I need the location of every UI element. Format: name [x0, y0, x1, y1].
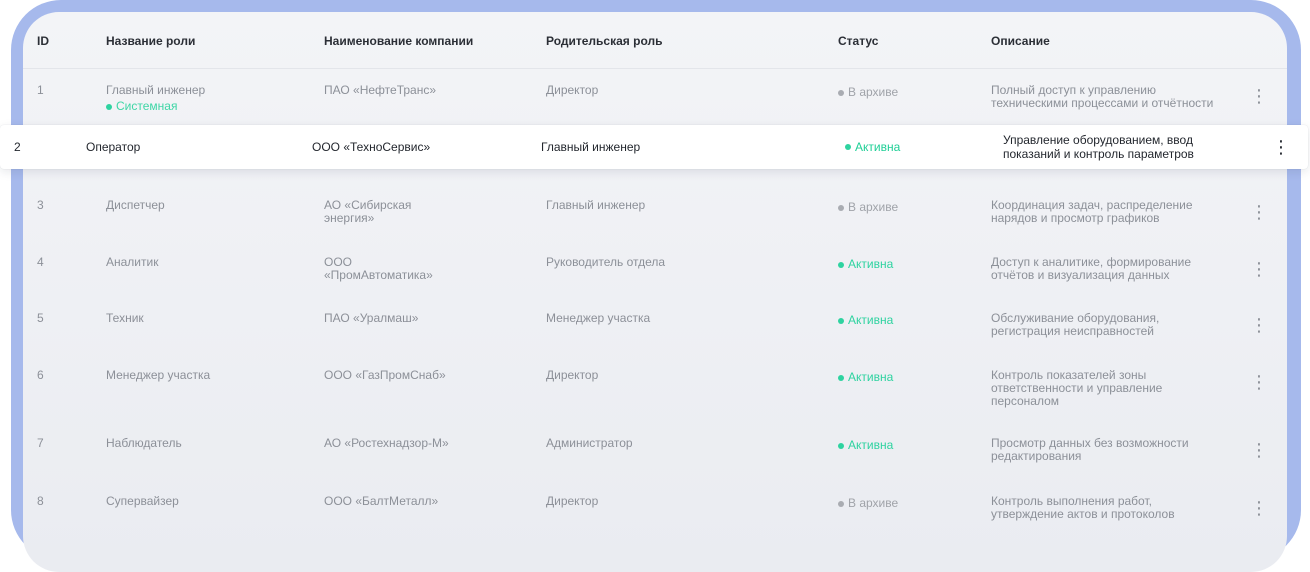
column-header-parent-role[interactable]: Родительская роль [546, 34, 662, 48]
row-company: ООО «ГазПромСнаб» [324, 368, 446, 382]
row-description: Полный доступ к управлению техническими … [991, 83, 1214, 110]
row-id: 8 [37, 494, 44, 508]
row-parent-role: Директор [546, 368, 599, 382]
status-label: Активна [848, 257, 894, 271]
system-badge: Системная [106, 100, 296, 113]
status-dot-icon [838, 500, 844, 507]
status-dot-icon [838, 442, 844, 449]
status-badge: Активна [838, 258, 893, 271]
row-description: Управление оборудованием, ввод показаний… [1003, 133, 1194, 161]
row-parent-role: Менеджер участка [546, 311, 651, 325]
kebab-vertical-icon[interactable]: ⋮ [1250, 441, 1268, 459]
row-id: 7 [37, 436, 44, 450]
row-parent-role: Директор [546, 83, 599, 97]
row-id: 2 [14, 140, 21, 154]
row-id: 3 [37, 198, 44, 212]
row-role-name: Менеджер участка [106, 368, 211, 382]
row-role-name: Техник [106, 311, 144, 325]
kebab-vertical-icon[interactable]: ⋮ [1250, 373, 1268, 391]
kebab-vertical-icon[interactable]: ⋮ [1272, 137, 1290, 157]
status-badge: Активна [838, 439, 893, 452]
row-parent-role: Администратор [546, 436, 633, 450]
status-dot-icon [838, 89, 844, 96]
row-description: Координация задач, распределение нарядов… [991, 198, 1193, 225]
row-role-name: Диспетчер [106, 198, 165, 212]
status-dot-icon [838, 204, 844, 211]
row-role-name: Главный инженер Системная [106, 84, 296, 113]
row-company: ПАО «Уралмаш» [324, 311, 419, 325]
row-company: АО «Сибирская энергия» [324, 198, 412, 225]
row-description: Обслуживание оборудования, регистрация н… [991, 311, 1160, 338]
status-dot-icon [845, 144, 851, 150]
row-id: 4 [37, 255, 44, 269]
status-dot-icon [838, 317, 844, 324]
row-description: Контроль показателей зоны ответственност… [991, 368, 1163, 408]
kebab-vertical-icon[interactable]: ⋮ [1250, 87, 1268, 105]
column-header-description[interactable]: Описание [991, 34, 1050, 48]
kebab-vertical-icon[interactable]: ⋮ [1250, 316, 1268, 334]
row-id: 5 [37, 311, 44, 325]
row-parent-role: Главный инженер [541, 140, 641, 154]
system-dot-icon [106, 103, 112, 110]
status-label: В архиве [848, 200, 899, 214]
status-label: Активна [855, 140, 901, 154]
row-company: АО «Ростехнадзор-М» [324, 436, 449, 450]
status-dot-icon [838, 374, 844, 381]
row-id: 6 [37, 368, 44, 382]
status-badge: В архиве [838, 201, 898, 214]
row-id: 1 [37, 83, 44, 97]
status-badge: Активна [838, 371, 893, 384]
row-company: ООО «БалтМеталл» [324, 494, 439, 508]
column-header-id[interactable]: ID [37, 34, 49, 48]
column-header-role-name[interactable]: Название роли [106, 34, 195, 48]
status-badge: В архиве [838, 497, 898, 510]
kebab-vertical-icon[interactable]: ⋮ [1250, 499, 1268, 517]
row-parent-role: Директор [546, 494, 599, 508]
column-header-status[interactable]: Статус [838, 34, 878, 48]
status-badge: Активна [845, 140, 900, 154]
kebab-vertical-icon[interactable]: ⋮ [1250, 260, 1268, 278]
role-name-text: Главный инженер [106, 83, 206, 97]
row-description: Контроль выполнения работ, утверждение а… [991, 494, 1175, 521]
row-description: Доступ к аналитике, формирование отчётов… [991, 255, 1192, 282]
status-label: Активна [848, 438, 894, 452]
table-header: ID Название роли Наименование компании Р… [23, 12, 1287, 69]
status-label: Активна [848, 370, 894, 384]
kebab-vertical-icon[interactable]: ⋮ [1250, 203, 1268, 221]
system-badge-label: Системная [116, 99, 178, 113]
row-company: ПАО «НефтеТранс» [324, 83, 436, 97]
row-description: Просмотр данных без возможности редактир… [991, 436, 1189, 463]
row-parent-role: Главный инженер [546, 198, 646, 212]
row-role-name: Аналитик [106, 255, 159, 269]
row-company: ООО «ТехноСервис» [312, 140, 431, 154]
row-role-name: Супервайзер [106, 494, 179, 508]
column-header-company[interactable]: Наименование компании [324, 34, 473, 48]
status-label: Активна [848, 313, 894, 327]
row-parent-role: Руководитель отдела [546, 255, 666, 269]
status-badge: В архиве [838, 86, 898, 99]
status-dot-icon [838, 261, 844, 268]
row-role-name: Оператор [86, 140, 141, 154]
status-badge: Активна [838, 314, 893, 327]
status-label: В архиве [848, 85, 899, 99]
row-company: ООО «ПромАвтоматика» [324, 255, 433, 282]
row-role-name: Наблюдатель [106, 436, 182, 450]
table-row-highlighted[interactable]: 2 Оператор ООО «ТехноСервис» Главный инж… [0, 125, 1308, 169]
status-label: В архиве [848, 496, 899, 510]
